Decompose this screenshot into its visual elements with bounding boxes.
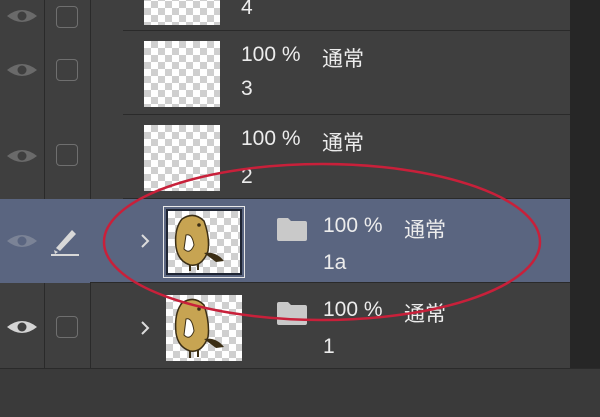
layer-name: 1a [323,251,347,274]
layer-opacity: 100 % [241,43,301,66]
layer-row-3[interactable]: 100 % 通常 3 [0,31,570,115]
folder-icon [276,300,308,326]
layer-thumbnail [166,295,242,361]
layer-row-1a[interactable]: 100 % 通常 1a [0,199,570,283]
brush-icon[interactable] [48,224,82,258]
blend-mode: 通常 [404,303,446,326]
layer-thumbnail [163,206,245,278]
layer-name: 3 [241,77,253,100]
checkbox-icon[interactable] [56,144,78,166]
layer-name: 4 [241,0,253,19]
chevron-right-icon[interactable] [138,320,152,336]
layer-row-2[interactable]: 100 % 通常 2 [0,115,570,199]
layer-name: 1 [323,335,335,358]
bird-illustration [174,298,224,358]
eye-icon[interactable] [4,231,40,251]
layer-opacity: 100 % [323,214,383,237]
layer-thumbnail [144,125,220,191]
checkbox-icon[interactable] [56,316,78,338]
eye-icon[interactable] [4,317,40,337]
eye-icon[interactable] [4,60,40,80]
blend-mode: 通常 [404,219,446,242]
layer-opacity: 100 % [241,127,301,150]
layer-thumbnail [144,41,220,107]
checkbox-icon[interactable] [56,59,78,81]
folder-icon [276,216,308,242]
eye-icon[interactable] [4,6,40,26]
bottom-bar [0,368,600,417]
layer-panel: 4 100 % 通常 3 100 % 通常 2 100 % 通常 1a 100 … [0,0,570,368]
layer-opacity: 100 % [323,298,383,321]
eye-icon[interactable] [4,146,40,166]
bird-illustration [174,214,224,271]
layer-row-1[interactable]: 100 % 通常 1 [0,283,570,368]
layer-row-4[interactable]: 4 [0,0,570,31]
checkbox-icon[interactable] [56,6,78,28]
blend-mode: 通常 [322,132,364,155]
scrollbar[interactable] [570,0,600,368]
chevron-right-icon[interactable] [138,233,152,249]
layer-name: 2 [241,165,253,188]
blend-mode: 通常 [322,48,364,71]
layer-thumbnail [144,0,220,25]
